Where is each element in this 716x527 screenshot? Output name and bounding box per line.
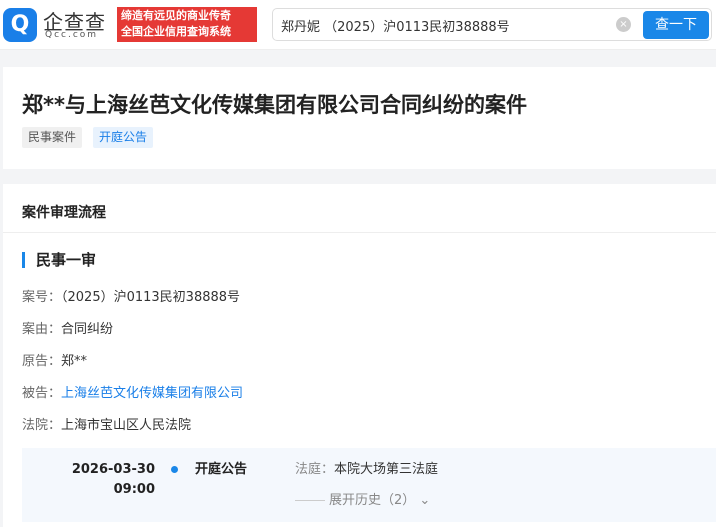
case-process-card: 案件审理流程 民事一审 案号：（2025）沪0113民初38888号 案由：合同… [3,184,716,527]
slogan-banner: 缔造有远见的商业传奇 全国企业信用查询系统 [117,7,257,42]
field-plaintiff: 原告：郑** [22,350,87,369]
search-button[interactable]: 查一下 [643,11,709,39]
field-value: 上海市宝山区人民法院 [61,418,192,433]
section-title: 案件审理流程 [22,205,106,221]
field-label: 法院： [22,418,62,433]
field-label: 原告： [22,354,62,369]
timeline-item: 2026-03-30 09:00 开庭公告 法庭：本院大场第三法庭 展开历史（2）… [22,448,716,522]
stage-title: 民事一审 [22,252,96,268]
search-box: × 查一下 [272,8,712,41]
timeline-dot-icon [171,466,178,473]
case-header-card: 郑**与上海丝芭文化传媒集团有限公司合同纠纷的案件 民事案件 开庭公告 [3,67,716,169]
slogan-line-2: 全国企业信用查询系统 [121,25,231,38]
expand-history-label: 展开历史（2） [329,493,416,508]
field-value: （2025）沪0113民初38888号 [61,290,241,305]
divider [3,232,716,233]
court-value: 本院大场第三法庭 [334,462,439,477]
timeline-datetime: 2026-03-30 09:00 [62,460,155,500]
field-label: 被告： [22,386,62,401]
qcc-logo-icon[interactable]: Q [3,8,37,42]
expand-history-button[interactable]: 展开历史（2） ⌄ [295,491,430,511]
field-label: 案由： [22,322,62,337]
divider-line [295,500,325,501]
tag-court-notice: 开庭公告 [93,127,154,148]
field-case-number: 案号：（2025）沪0113民初38888号 [22,286,240,305]
timeline-date: 2026-03-30 [71,462,155,477]
clear-icon[interactable]: × [616,17,631,32]
timeline-time: 09:00 [113,482,155,497]
header: Q 企查查 Qcc.com 缔造有远见的商业传奇 全国企业信用查询系统 × 查一… [0,0,716,50]
timeline-court: 法庭：本院大场第三法庭 [295,460,438,480]
search-input[interactable] [281,15,601,35]
slogan-line-1: 缔造有远见的商业传奇 [121,9,231,22]
field-value: 郑** [61,354,88,369]
court-label: 法庭： [295,462,335,477]
field-cause: 案由：合同纠纷 [22,318,113,337]
field-court: 法院：上海市宝山区人民法院 [22,414,191,433]
defendant-link[interactable]: 上海丝芭文化传媒集团有限公司 [61,386,243,401]
field-label: 案号： [22,290,62,305]
chevron-down-icon: ⌄ [419,493,431,508]
field-value: 合同纠纷 [61,322,114,337]
case-title: 郑**与上海丝芭文化传媒集团有限公司合同纠纷的案件 [22,93,527,117]
logo-subtext: Qcc.com [45,30,99,40]
field-defendant: 被告：上海丝芭文化传媒集团有限公司 [22,382,243,401]
tag-civil-case: 民事案件 [22,127,83,148]
timeline-event: 开庭公告 [195,462,248,477]
